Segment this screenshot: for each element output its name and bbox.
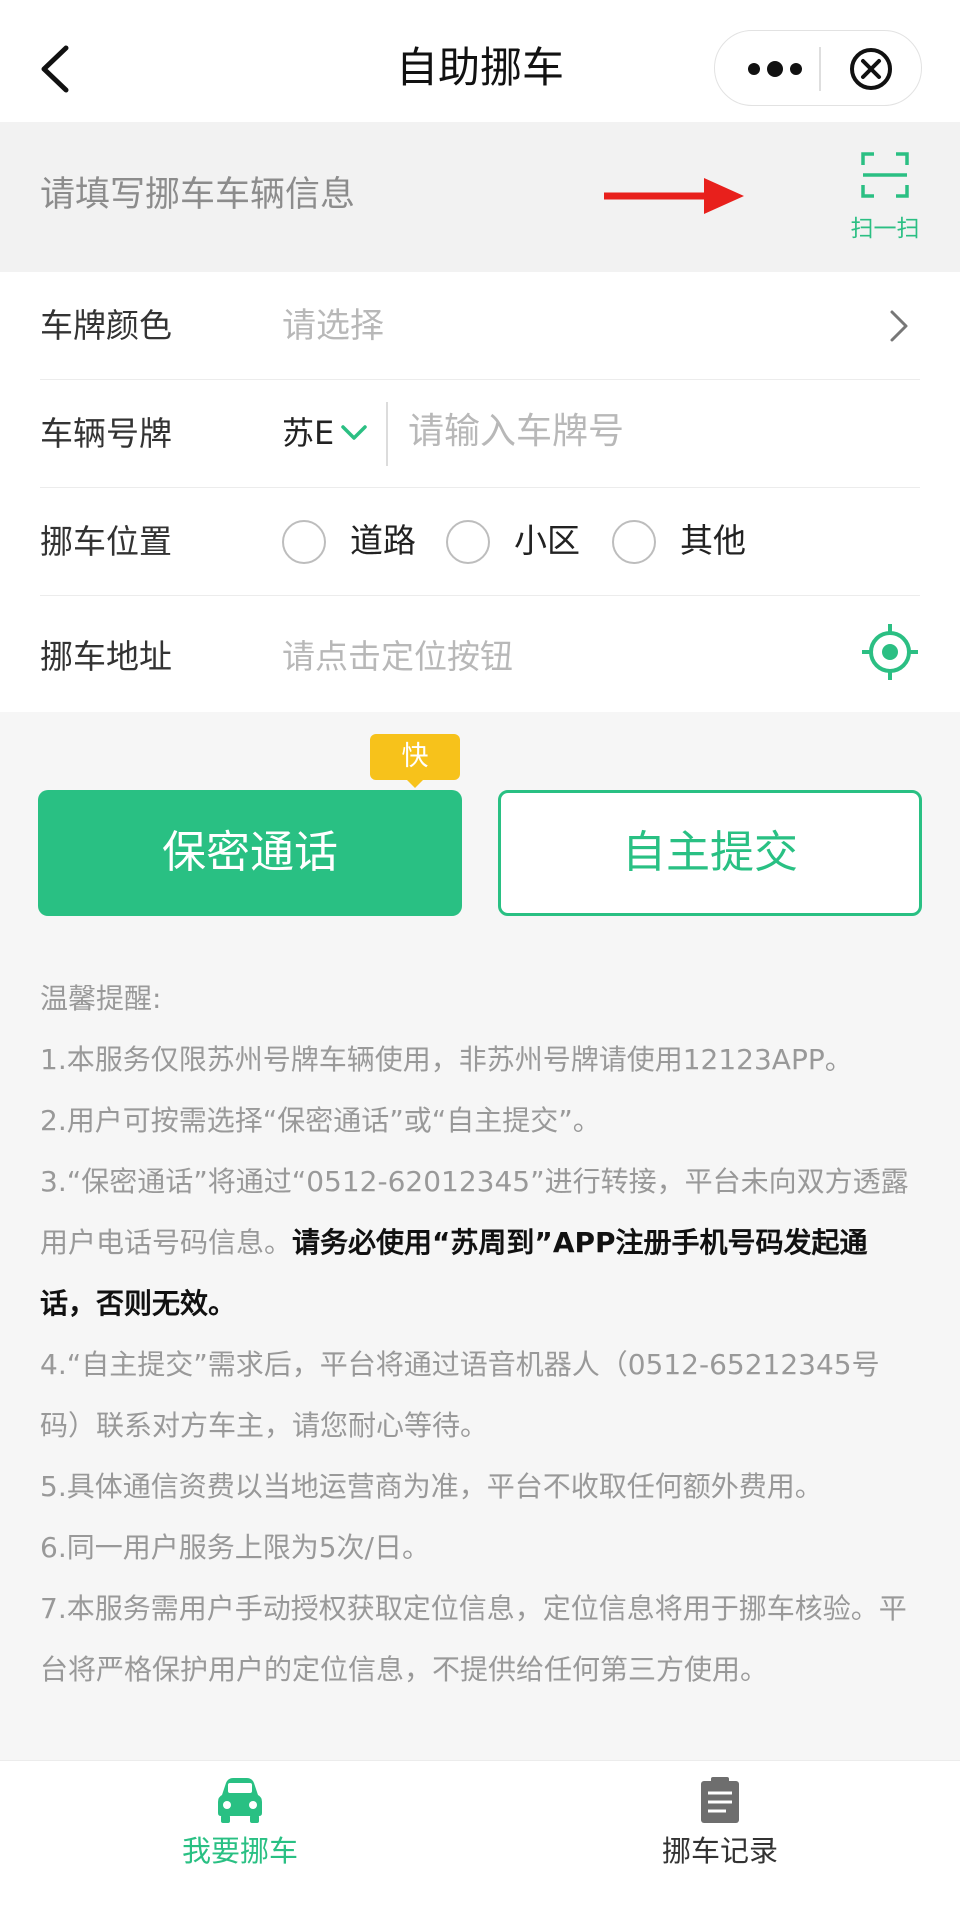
fast-badge: 快	[370, 734, 460, 780]
self-submit-button[interactable]: 自主提交	[498, 790, 922, 916]
mini-program-capsule	[714, 30, 922, 106]
plate-color-row[interactable]: 车牌颜色 请选择	[40, 272, 920, 380]
clipboard-icon	[701, 1777, 739, 1823]
notice-section: 温馨提醒: 1.本服务仅限苏州号牌车辆使用，非苏州号牌请使用12123APP。 …	[40, 968, 920, 1700]
secure-call-button[interactable]: 保密通话	[38, 790, 462, 916]
radio-other-label[interactable]: 其他	[680, 516, 746, 566]
tab-move-car[interactable]: 我要挪车	[0, 1761, 480, 1908]
location-label: 挪车位置	[40, 522, 172, 561]
tab-move-car-label: 我要挪车	[181, 1834, 298, 1868]
radio-community-label[interactable]: 小区	[514, 516, 580, 566]
notice-item-6: 6.同一用户服务上限为5次/日。	[40, 1531, 430, 1564]
address-input[interactable]: 请点击定位按钮	[282, 632, 513, 682]
plate-color-select[interactable]: 请选择	[282, 301, 384, 351]
scan-hint: 请填写挪车车辆信息	[40, 175, 356, 215]
tab-bar: 我要挪车 挪车记录	[0, 1760, 960, 1908]
red-arrow-icon	[604, 178, 744, 214]
locate-icon[interactable]	[860, 622, 920, 682]
notice-title: 温馨提醒:	[40, 982, 162, 1015]
scan-label: 扫一扫	[850, 216, 920, 242]
plate-number-row: 车辆号牌 苏E 请输入车牌号	[40, 380, 920, 488]
capsule-divider	[819, 47, 821, 91]
location-row: 挪车位置 道路 小区 其他	[40, 488, 920, 596]
plate-separator	[386, 402, 388, 466]
fast-badge-tip	[405, 778, 425, 788]
scan-frame-icon	[861, 152, 909, 198]
tab-records-label: 挪车记录	[661, 1834, 778, 1868]
radio-road-label[interactable]: 道路	[350, 516, 416, 566]
chevron-down-icon[interactable]	[340, 424, 368, 442]
scan-bar: 请填写挪车车辆信息 扫一扫	[0, 122, 960, 272]
scan-button[interactable]: 扫一扫	[840, 150, 930, 250]
tab-records[interactable]: 挪车记录	[480, 1761, 960, 1908]
notice-item-7: 7.本服务需用户手动授权获取定位信息，定位信息将用于挪车核验。平台将严格保护用户…	[40, 1592, 907, 1686]
radio-other[interactable]	[612, 520, 656, 564]
notice-item-4: 4.“自主提交”需求后，平台将通过语音机器人（0512-65212345号码）联…	[40, 1348, 880, 1442]
notice-item-3: 3.“保密通话”将通过“0512-62012345”进行转接，平台未向双方透露用…	[40, 1151, 920, 1334]
chevron-right-icon	[890, 310, 908, 342]
notice-item-5: 5.具体通信资费以当地运营商为准，平台不收取任何额外费用。	[40, 1470, 823, 1503]
notice-item-2: 2.用户可按需选择“保密通话”或“自主提交”。	[40, 1104, 601, 1137]
more-dots-icon[interactable]	[745, 55, 805, 83]
address-label: 挪车地址	[40, 637, 172, 676]
radio-community[interactable]	[446, 520, 490, 564]
close-circle-icon[interactable]	[847, 45, 895, 93]
plate-number-input[interactable]: 请输入车牌号	[408, 407, 624, 457]
plate-number-label: 车辆号牌	[40, 414, 172, 453]
plate-color-label: 车牌颜色	[40, 306, 172, 345]
address-row: 挪车地址 请点击定位按钮	[40, 596, 920, 712]
plate-prefix-select[interactable]: 苏E	[282, 408, 334, 458]
radio-road[interactable]	[282, 520, 326, 564]
vehicle-form: 车牌颜色 请选择 车辆号牌 苏E 请输入车牌号 挪车位置 道路 小区 其他 挪车…	[0, 272, 960, 712]
car-icon	[218, 1778, 262, 1823]
notice-item-1: 1.本服务仅限苏州号牌车辆使用，非苏州号牌请使用12123APP。	[40, 1043, 853, 1076]
navigation-bar: 自助挪车	[0, 0, 960, 122]
